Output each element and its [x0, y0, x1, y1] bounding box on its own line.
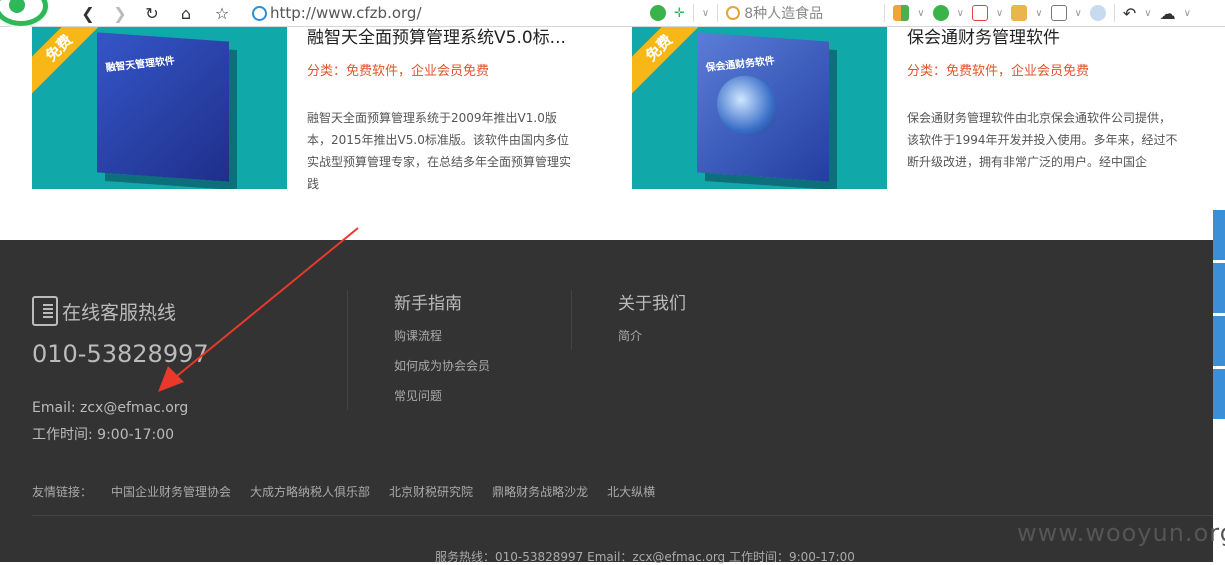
translate-icon[interactable] — [1011, 5, 1028, 21]
float-button[interactable] — [1213, 369, 1225, 419]
footer-bottom-line: 服务热线：010-53828997 Email：zcx@efmac.org 工作… — [435, 550, 855, 564]
phone-icon — [32, 296, 58, 326]
friend-link[interactable]: 北京财税研究院 — [389, 483, 473, 500]
pdf-icon[interactable] — [971, 5, 988, 21]
star-icon[interactable]: ☆ — [210, 2, 234, 24]
search-text[interactable]: 8种人造食品 — [744, 3, 823, 23]
book-title: 保会通财务软件 — [704, 55, 776, 75]
column-divider — [571, 290, 572, 350]
about-link[interactable]: 简介 — [618, 327, 642, 344]
software-box: 融智天管理软件 — [97, 32, 229, 182]
search-tool-icon[interactable] — [1089, 5, 1106, 21]
cloud-icon[interactable]: ☁ — [1160, 4, 1176, 23]
footer-email: Email: zcx@efmac.org — [32, 400, 189, 416]
refresh-icon[interactable]: ↻ — [140, 2, 164, 24]
address-url[interactable]: http://www.cfzb.org/ — [270, 4, 422, 22]
product-category: 分类：免费软件，企业会员免费 — [307, 64, 490, 79]
hotline-title: 在线客服热线 — [62, 301, 177, 324]
friend-links: 友情链接： 中国企业财务管理协会 大成方略纳税人俱乐部 北京财税研究院 鼎略财务… — [32, 483, 655, 500]
free-badge: 免费 — [32, 27, 108, 97]
book-title: 融智天管理软件 — [104, 55, 176, 75]
undo-icon[interactable]: ↶ — [1123, 4, 1136, 23]
float-button[interactable] — [1213, 210, 1225, 260]
guide-link[interactable]: 常见问题 — [394, 387, 442, 404]
friend-link[interactable]: 鼎略财务战略沙龙 — [492, 483, 588, 500]
extension-icon[interactable] — [893, 5, 910, 21]
forward-icon[interactable]: ❯ — [108, 2, 132, 24]
free-badge: 免费 — [632, 27, 708, 97]
address-bar[interactable]: http://www.cfzb.org/ — [252, 2, 702, 24]
home-icon[interactable]: ⌂ — [174, 2, 198, 24]
floating-sidebar — [1213, 210, 1225, 562]
speed-icon[interactable] — [650, 5, 666, 21]
product-category: 分类：免费软件，企业会员免费 — [907, 64, 1090, 79]
footer-hours: 工作时间: 9:00-17:00 — [32, 427, 175, 443]
product-title[interactable]: 融智天全面预算管理系统V5.0标... — [307, 23, 566, 48]
globe-icon — [252, 5, 267, 21]
software-box: 保会通财务软件 — [697, 32, 829, 182]
back-icon[interactable]: ❮ — [76, 2, 100, 24]
product-image[interactable]: 融智天管理软件 免费 — [32, 27, 287, 189]
product-image[interactable]: 保会通财务软件 免费 — [632, 27, 887, 189]
hotline-title-row: 在线客服热线 — [32, 296, 176, 326]
column-divider — [347, 290, 348, 410]
float-button[interactable] — [1213, 316, 1225, 366]
shield-icon[interactable] — [932, 5, 949, 21]
image-icon[interactable] — [1050, 5, 1067, 21]
site-footer: 在线客服热线 010-53828997 Email: zcx@efmac.org… — [0, 240, 1225, 564]
product-title[interactable]: 保会通财务管理软件 — [907, 23, 1060, 48]
guide-title: 新手指南 — [394, 294, 462, 314]
watermark: www.wooyun.org — [1017, 519, 1225, 547]
search-input[interactable]: 8种人造食品 — [726, 3, 876, 23]
product-description: 保会通财务管理软件由北京保会通软件公司提供，该软件于1994年开发并投入使用。多… — [907, 111, 1178, 169]
search-logo-icon — [726, 6, 741, 20]
lightning-icon[interactable]: ✛ — [674, 6, 685, 21]
browser-logo-icon[interactable] — [0, 0, 48, 26]
friend-links-label: 友情链接： — [32, 485, 93, 499]
globe-graphic — [717, 73, 777, 138]
hotline-number: 010-53828997 — [32, 340, 209, 368]
guide-link[interactable]: 购课流程 — [394, 327, 442, 344]
footer-divider — [32, 515, 1213, 516]
product-description: 融智天全面预算管理系统于2009年推出V1.0版本，2015年推出V5.0标准版… — [307, 111, 572, 191]
float-button[interactable] — [1213, 263, 1225, 313]
friend-link[interactable]: 中国企业财务管理协会 — [111, 483, 231, 500]
guide-link[interactable]: 如何成为协会会员 — [394, 357, 490, 374]
friend-link[interactable]: 北大纵横 — [607, 483, 655, 500]
friend-link[interactable]: 大成方略纳税人俱乐部 — [250, 483, 370, 500]
about-title: 关于我们 — [618, 294, 686, 314]
product-section: 融智天管理软件 免费 融智天全面预算管理系统V5.0标... 分类：免费软件，企… — [0, 27, 1213, 240]
chevron-down-icon[interactable]: ∨ — [702, 8, 709, 19]
toolbar-right: ✛ ∨ 8种人造食品 ∨ ∨ ∨ ∨ ∨ ↶ ∨ ☁ ∨ — [650, 2, 1191, 24]
